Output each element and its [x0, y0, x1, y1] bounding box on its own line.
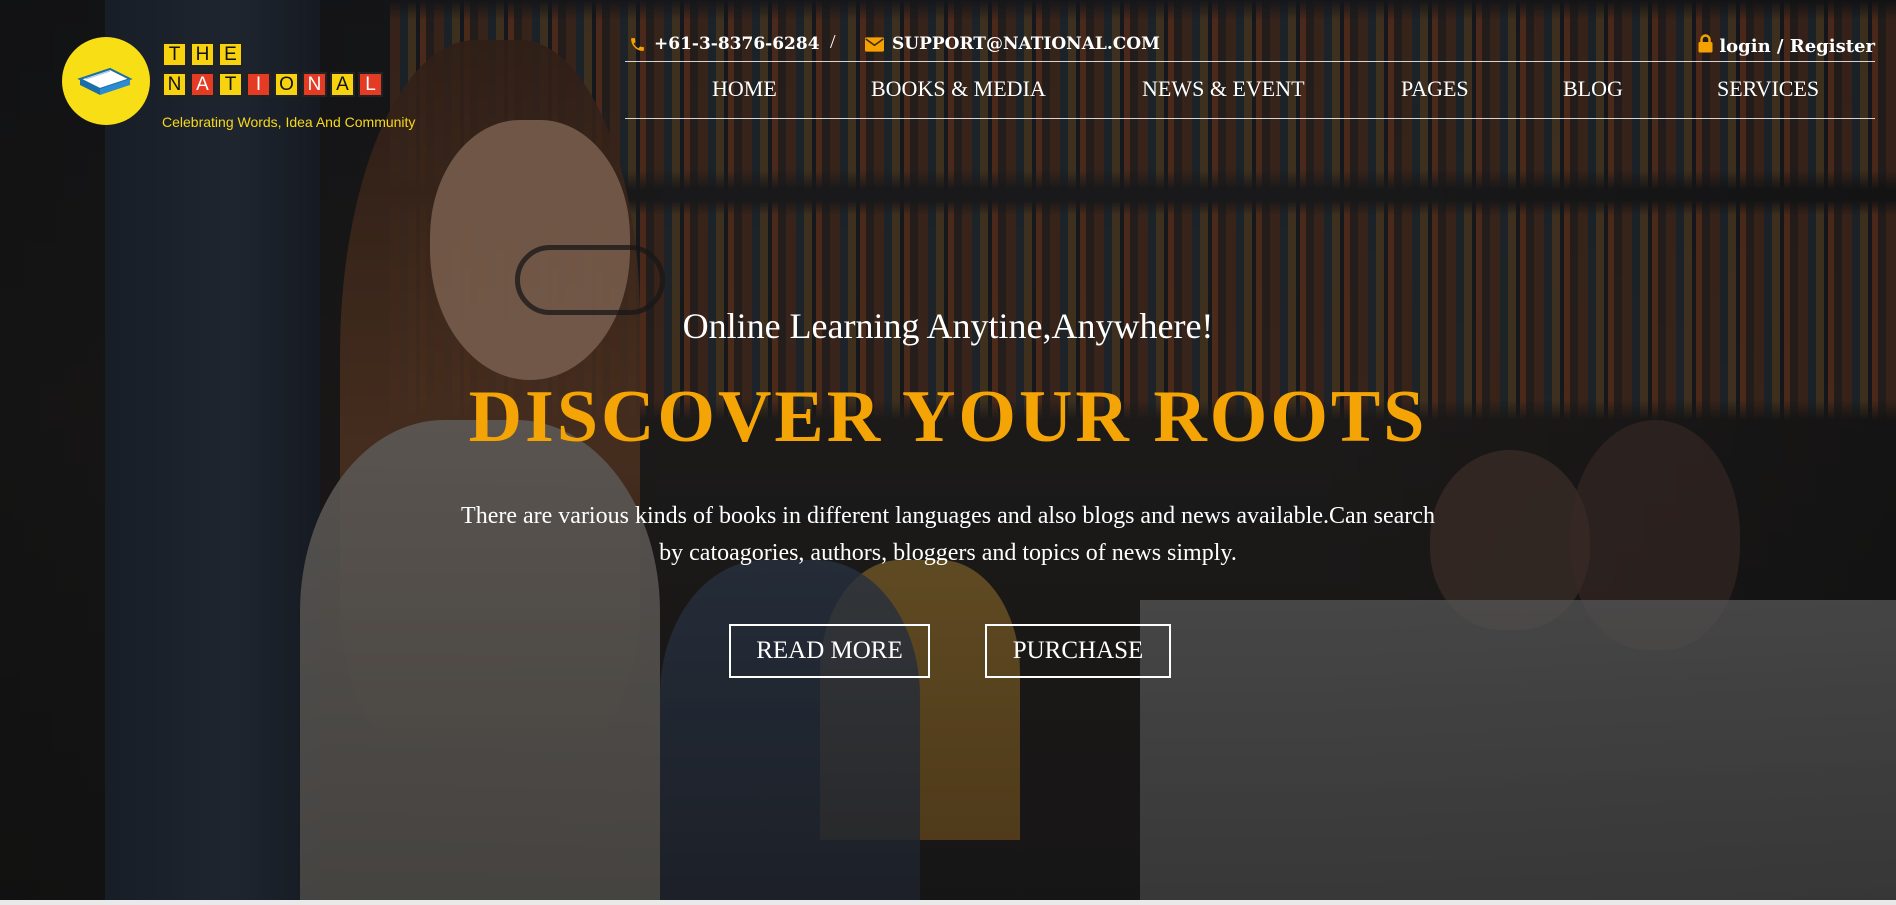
main-navigation: HOME BOOKS & MEDIA NEWS & EVENT PAGES BL… [625, 62, 1875, 119]
logo-letter-tile: T [218, 72, 243, 97]
logo-letter-tile: A [330, 72, 355, 97]
logo-letter-tile: O [274, 72, 299, 97]
contact-bar: +61-3-8376-6284 / SUPPORT@NATIONAL.COM l… [625, 31, 1875, 62]
phone-contact[interactable]: +61-3-8376-6284 [629, 34, 820, 54]
logo-letter-tile: N [162, 72, 187, 97]
book-icon [77, 67, 133, 95]
hero-description: There are various kinds of books in diff… [461, 503, 1435, 566]
nav-pages[interactable]: PAGES [1401, 76, 1469, 102]
nav-home[interactable]: HOME [712, 76, 777, 102]
phone-icon [629, 36, 646, 53]
lock-icon [1698, 34, 1713, 58]
logo-letter-tile: I [246, 72, 271, 97]
contact-separator: / [830, 31, 836, 53]
email-address: SUPPORT@NATIONAL.COM [892, 34, 1160, 54]
logo-circle [62, 37, 150, 125]
hero-banner: THE NATIONAL Celebrating Words, Idea And… [0, 0, 1896, 900]
read-more-button[interactable]: READ MORE [729, 624, 930, 678]
logo-tagline: Celebrating Words, Idea And Community [162, 114, 416, 130]
phone-number: +61-3-8376-6284 [654, 34, 820, 54]
nav-books-media[interactable]: BOOKS & MEDIA [871, 76, 1046, 102]
nav-blog[interactable]: BLOG [1563, 76, 1623, 102]
logo-letter-tile: H [190, 42, 215, 67]
logo-letter-tile: E [218, 42, 243, 67]
envelope-icon [865, 36, 884, 52]
nav-news-event[interactable]: NEWS & EVENT [1142, 76, 1305, 102]
logo-letter-tile: L [358, 72, 383, 97]
purchase-button[interactable]: PURCHASE [985, 624, 1171, 678]
site-logo[interactable]: THE NATIONAL Celebrating Words, Idea And… [62, 37, 462, 137]
hero-subtitle: Online Learning Anytine,Anywhere! [682, 306, 1214, 346]
login-label: login / Register [1719, 35, 1875, 57]
nav-services[interactable]: SERVICES [1717, 76, 1819, 102]
email-contact[interactable]: SUPPORT@NATIONAL.COM [865, 34, 1160, 54]
logo-letter-tile: A [190, 72, 215, 97]
hero-headline: DISCOVER YOUR ROOTS [468, 376, 1428, 458]
logo-wordmark: THE NATIONAL [162, 42, 383, 102]
login-register-link[interactable]: login / Register [1698, 34, 1875, 58]
logo-letter-tile: N [302, 72, 327, 97]
logo-letter-tile: T [162, 42, 187, 67]
